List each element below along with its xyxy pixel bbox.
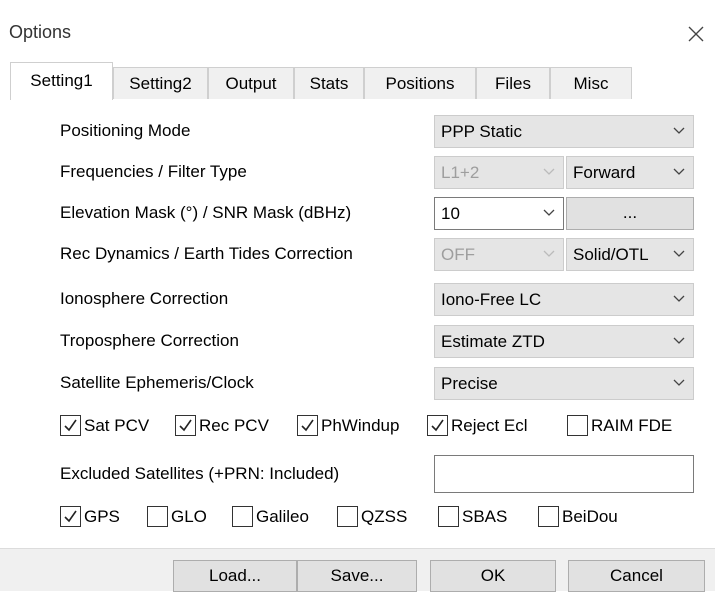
excluded-satellites-label: Excluded Satellites (+PRN: Included)	[60, 464, 340, 483]
ionosphere-select[interactable]: Iono-Free LC	[434, 283, 694, 316]
tab-stats[interactable]: Stats	[294, 67, 364, 100]
check-icon	[64, 419, 77, 432]
chevron-down-icon	[673, 379, 685, 386]
ephemeris-select[interactable]: Precise	[434, 367, 694, 400]
chevron-down-icon	[673, 127, 685, 134]
checkbox-box	[297, 415, 318, 436]
raim-fde-label: RAIM FDE	[591, 416, 673, 435]
checkbox-box	[175, 415, 196, 436]
ephemeris-label: Satellite Ephemeris/Clock	[60, 373, 254, 392]
tab-setting2[interactable]: Setting2	[113, 67, 208, 100]
gps-label: GPS	[84, 507, 120, 526]
beidou-checkbox[interactable]: BeiDou	[538, 506, 638, 528]
troposphere-value: Estimate ZTD	[441, 332, 545, 351]
checkbox-box	[427, 415, 448, 436]
ok-button[interactable]: OK	[430, 560, 556, 592]
save-button[interactable]: Save...	[297, 560, 417, 592]
frequencies-select[interactable]: L1+2	[434, 156, 564, 189]
check-icon	[431, 419, 444, 432]
excluded-satellites-input[interactable]	[434, 455, 694, 493]
filter-type-select[interactable]: Forward	[566, 156, 694, 189]
qzss-checkbox[interactable]: QZSS	[337, 506, 427, 528]
ionosphere-label: Ionosphere Correction	[60, 289, 229, 308]
sbas-label: SBAS	[462, 507, 508, 526]
sbas-checkbox[interactable]: SBAS	[438, 506, 528, 528]
chevron-down-icon	[673, 250, 685, 257]
chevron-down-icon	[673, 337, 685, 344]
tab-misc[interactable]: Misc	[550, 67, 632, 100]
elevation-mask-select[interactable]: 10	[434, 197, 564, 230]
options-dialog: Options Setting1 Setting2 Output Stats P…	[0, 0, 715, 592]
check-icon	[301, 419, 314, 432]
checkbox-box	[60, 415, 81, 436]
troposphere-select[interactable]: Estimate ZTD	[434, 325, 694, 358]
chevron-down-icon	[543, 250, 555, 257]
frequencies-label: Frequencies / Filter Type	[60, 162, 247, 181]
checkbox-box	[438, 506, 459, 527]
sat-pcv-checkbox[interactable]: Sat PCV	[60, 415, 170, 437]
chevron-down-icon	[673, 295, 685, 302]
check-icon	[64, 510, 77, 523]
rec-dynamics-value: OFF	[441, 245, 475, 264]
positioning-mode-label: Positioning Mode	[60, 121, 191, 140]
checkbox-box	[232, 506, 253, 527]
elevation-mask-label: Elevation Mask (°) / SNR Mask (dBHz)	[60, 203, 352, 222]
positioning-mode-value: PPP Static	[441, 122, 522, 141]
tab-setting1[interactable]: Setting1	[10, 62, 113, 100]
checkbox-box	[147, 506, 168, 527]
chevron-down-icon	[543, 209, 555, 216]
rec-pcv-label: Rec PCV	[199, 416, 269, 435]
rec-dynamics-label: Rec Dynamics / Earth Tides Correction	[60, 244, 353, 263]
earth-tides-value: Solid/OTL	[573, 245, 649, 264]
title-bar: Options	[0, 0, 715, 58]
gps-checkbox[interactable]: GPS	[60, 506, 140, 528]
frequencies-value: L1+2	[441, 163, 480, 182]
snr-mask-button[interactable]: ...	[566, 197, 694, 230]
phwindup-checkbox[interactable]: PhWindup	[297, 415, 422, 437]
reject-ecl-checkbox[interactable]: Reject Ecl	[427, 415, 552, 437]
elevation-mask-value: 10	[441, 204, 460, 223]
chevron-down-icon	[543, 168, 555, 175]
checkbox-box	[567, 415, 588, 436]
ephemeris-value: Precise	[441, 374, 498, 393]
tab-output[interactable]: Output	[208, 67, 294, 100]
galileo-checkbox[interactable]: Galileo	[232, 506, 330, 528]
window-title: Options	[9, 22, 72, 42]
cancel-button[interactable]: Cancel	[568, 560, 705, 592]
chevron-down-icon	[673, 168, 685, 175]
checkbox-box	[337, 506, 358, 527]
rec-dynamics-select[interactable]: OFF	[434, 238, 564, 271]
sat-pcv-label: Sat PCV	[84, 416, 150, 435]
rec-pcv-checkbox[interactable]: Rec PCV	[175, 415, 285, 437]
earth-tides-select[interactable]: Solid/OTL	[566, 238, 694, 271]
galileo-label: Galileo	[256, 507, 309, 526]
close-icon[interactable]	[686, 24, 706, 44]
ionosphere-value: Iono-Free LC	[441, 290, 542, 309]
glo-checkbox[interactable]: GLO	[147, 506, 222, 528]
tab-files[interactable]: Files	[476, 67, 550, 100]
troposphere-label: Troposphere Correction	[60, 331, 239, 350]
checkbox-box	[538, 506, 559, 527]
tab-positions[interactable]: Positions	[364, 67, 476, 100]
checkbox-box	[60, 506, 81, 527]
raim-fde-checkbox[interactable]: RAIM FDE	[567, 415, 685, 437]
load-button[interactable]: Load...	[173, 560, 297, 592]
reject-ecl-label: Reject Ecl	[451, 416, 528, 435]
beidou-label: BeiDou	[562, 507, 618, 526]
positioning-mode-select[interactable]: PPP Static	[434, 115, 694, 148]
glo-label: GLO	[171, 507, 207, 526]
check-icon	[179, 419, 192, 432]
qzss-label: QZSS	[361, 507, 408, 526]
filter-type-value: Forward	[573, 163, 636, 182]
phwindup-label: PhWindup	[321, 416, 400, 435]
